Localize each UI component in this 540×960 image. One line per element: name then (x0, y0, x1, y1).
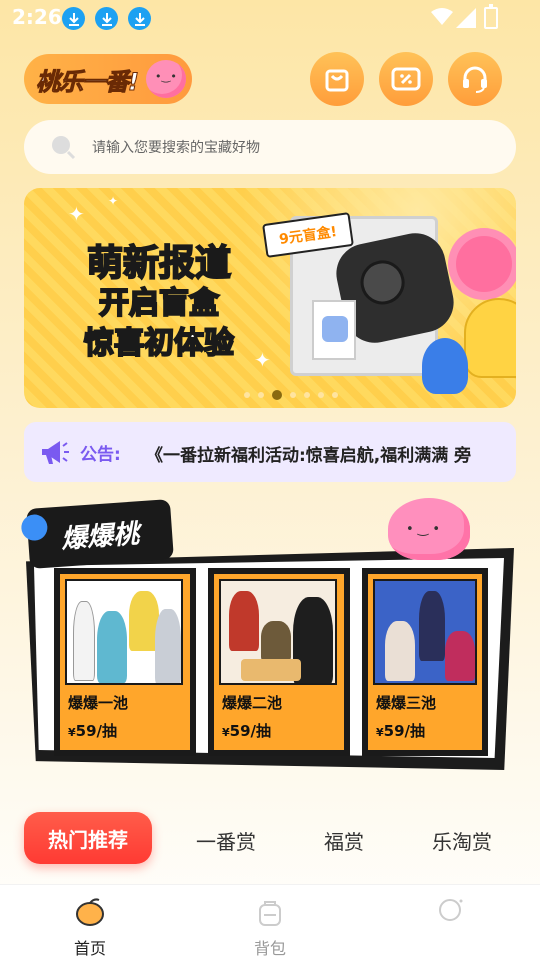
search-icon (52, 136, 76, 160)
carousel-dot[interactable] (258, 392, 264, 398)
sparkle-icon: ✦ (254, 348, 271, 372)
blue-character-icon (422, 338, 468, 394)
customer-service-button[interactable] (448, 52, 502, 106)
status-bar: 2:26 (0, 0, 540, 36)
megaphone-icon (42, 441, 69, 464)
banner-line-1: 萌新报道 (86, 243, 232, 285)
pool-name: 爆爆二池 (222, 694, 283, 712)
pool-price: ¥59/抽 (376, 722, 426, 740)
backpack-icon (259, 901, 281, 926)
promo-banner[interactable]: ✦ ✦ ✦ 萌新报道 开启盲盒 惊喜初体验 9元盲盒! (24, 188, 516, 408)
headset-icon (463, 66, 487, 93)
nav-home[interactable]: 首页 (50, 897, 130, 959)
nav-label: 首页 (73, 939, 106, 958)
signal-icon (456, 8, 476, 28)
carousel-dot[interactable] (332, 392, 338, 398)
camera-image (312, 300, 356, 360)
search-input[interactable]: 请输入您要搜索的宝藏好物 (24, 120, 516, 174)
peach-mascot-icon (388, 498, 470, 560)
pool-image (65, 579, 183, 685)
tab-letaoshang[interactable]: 乐淘赏 (432, 826, 492, 855)
carousel-indicator (244, 390, 338, 400)
nav-profile[interactable] (410, 897, 490, 935)
wifi-icon (431, 8, 453, 25)
banner-title: 萌新报道 开启盲盒 惊喜初体验 (64, 243, 254, 364)
announcement-bar[interactable]: 公告: 《一番拉新福利活动:惊喜启航,福利满满 旁 (24, 422, 516, 482)
pool-name: 爆爆三池 (376, 694, 437, 712)
hot-section-title: 爆爆桃 (60, 518, 141, 555)
banner-line-3: 惊喜初体验 (83, 325, 235, 362)
pool-card[interactable]: 爆爆一池 ¥59/抽 (54, 568, 196, 756)
bag-icon (325, 69, 349, 92)
bottom-nav: 首页 背包 (0, 884, 540, 960)
nav-backpack[interactable]: 背包 (230, 897, 310, 959)
coupon-icon (391, 67, 421, 91)
tab-yifanshang[interactable]: 一番赏 (196, 826, 256, 855)
download-icon (95, 7, 118, 30)
pool-card[interactable]: 爆爆三池 ¥59/抽 (362, 568, 488, 756)
carousel-dot[interactable] (318, 392, 324, 398)
battery-icon (484, 4, 498, 29)
bag-button[interactable] (310, 52, 364, 106)
pool-name: 爆爆一池 (68, 694, 129, 712)
pool-price: ¥59/抽 (222, 722, 272, 740)
carousel-dot[interactable] (290, 392, 296, 398)
peach-mascot-icon (146, 60, 186, 98)
banner-line-2: 开启盲盒 (98, 285, 220, 322)
flower-character-icon (456, 236, 512, 292)
hot-section-title-tag: 爆爆桃 (26, 499, 174, 569)
status-time: 2:26 (12, 5, 62, 29)
home-peach-icon (76, 898, 104, 926)
sparkle-icon: ✦ (68, 202, 85, 226)
carousel-dot[interactable] (244, 392, 250, 398)
profile-icon (439, 899, 463, 921)
coupon-button[interactable] (379, 52, 433, 106)
logo-text: 桃乐一番! (36, 67, 140, 96)
carousel-dot[interactable] (304, 392, 310, 398)
download-icon (128, 7, 151, 30)
carousel-dot-active[interactable] (272, 390, 282, 400)
pool-image (373, 579, 477, 685)
nav-label: 背包 (253, 939, 286, 958)
announcement-text: 《一番拉新福利活动:惊喜启航,福利满满 旁 (146, 446, 472, 465)
app-logo: 桃乐一番! (24, 54, 192, 104)
pool-price: ¥59/抽 (68, 722, 118, 740)
yellow-character-icon (464, 298, 516, 378)
announcement-label: 公告: (80, 444, 121, 465)
sparkle-icon: ✦ (108, 194, 119, 208)
search-placeholder: 请输入您要搜索的宝藏好物 (92, 140, 260, 156)
tab-fushang[interactable]: 福赏 (324, 826, 364, 855)
download-icon (62, 7, 85, 30)
tab-hot-recommend[interactable]: 热门推荐 (24, 812, 152, 864)
pool-image (219, 579, 337, 685)
pool-card[interactable]: 爆爆二池 ¥59/抽 (208, 568, 350, 756)
